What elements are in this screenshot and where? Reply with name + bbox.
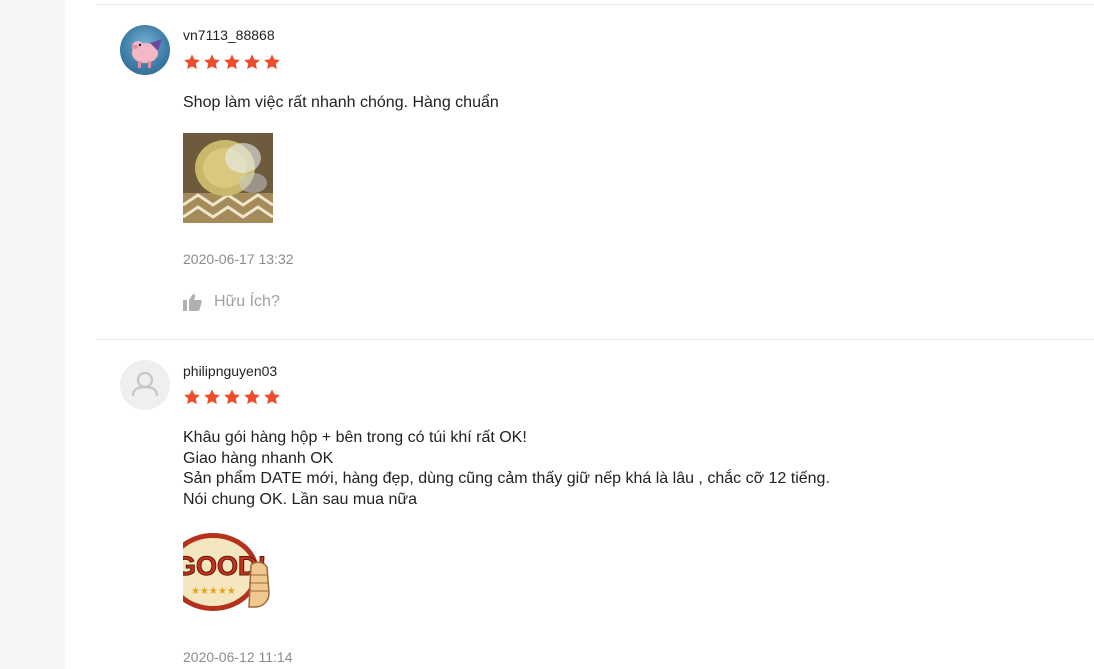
helpful-button[interactable]: Hữu Ích?	[183, 293, 280, 311]
review-comment: Khâu gói hàng hộp + bên trong có túi khí…	[183, 429, 830, 508]
good-sticker-icon: GOOD! ★★★★★	[183, 531, 273, 613]
divider	[96, 339, 1094, 340]
rating-stars	[183, 53, 281, 71]
star-icon	[244, 54, 260, 70]
username: vn7113_88868	[183, 27, 275, 43]
username: philipnguyen03	[183, 363, 278, 379]
star-icon	[184, 54, 200, 70]
star-icon	[264, 54, 280, 70]
reviews-panel: vn7113_88868 Shop làm việc rất nhanh chó…	[65, 0, 1094, 669]
star-icon	[224, 54, 240, 70]
avatar[interactable]	[120, 360, 170, 410]
review-time: 2020-06-17 13:32	[183, 251, 294, 267]
pig-avatar-icon	[132, 39, 162, 68]
star-icon	[204, 389, 220, 405]
review-photo[interactable]: GOOD! ★★★★★	[183, 531, 273, 621]
star-icon	[224, 389, 240, 405]
product-photo-icon	[183, 133, 273, 223]
thumbs-up-icon	[183, 294, 202, 311]
review-time: 2020-06-12 11:14	[183, 649, 293, 665]
divider	[96, 4, 1094, 5]
review-photo[interactable]	[183, 133, 273, 223]
user-icon	[131, 371, 159, 397]
star-icon	[204, 54, 220, 70]
helpful-label: Hữu Ích?	[214, 293, 280, 310]
svg-text:★★★★★: ★★★★★	[191, 586, 236, 597]
star-icon	[184, 389, 200, 405]
review-comment: Shop làm việc rất nhanh chóng. Hàng chuẩ…	[183, 94, 499, 111]
rating-stars	[183, 388, 281, 406]
avatar[interactable]	[120, 25, 170, 75]
star-icon	[264, 389, 280, 405]
left-gutter	[0, 0, 65, 669]
star-icon	[244, 389, 260, 405]
